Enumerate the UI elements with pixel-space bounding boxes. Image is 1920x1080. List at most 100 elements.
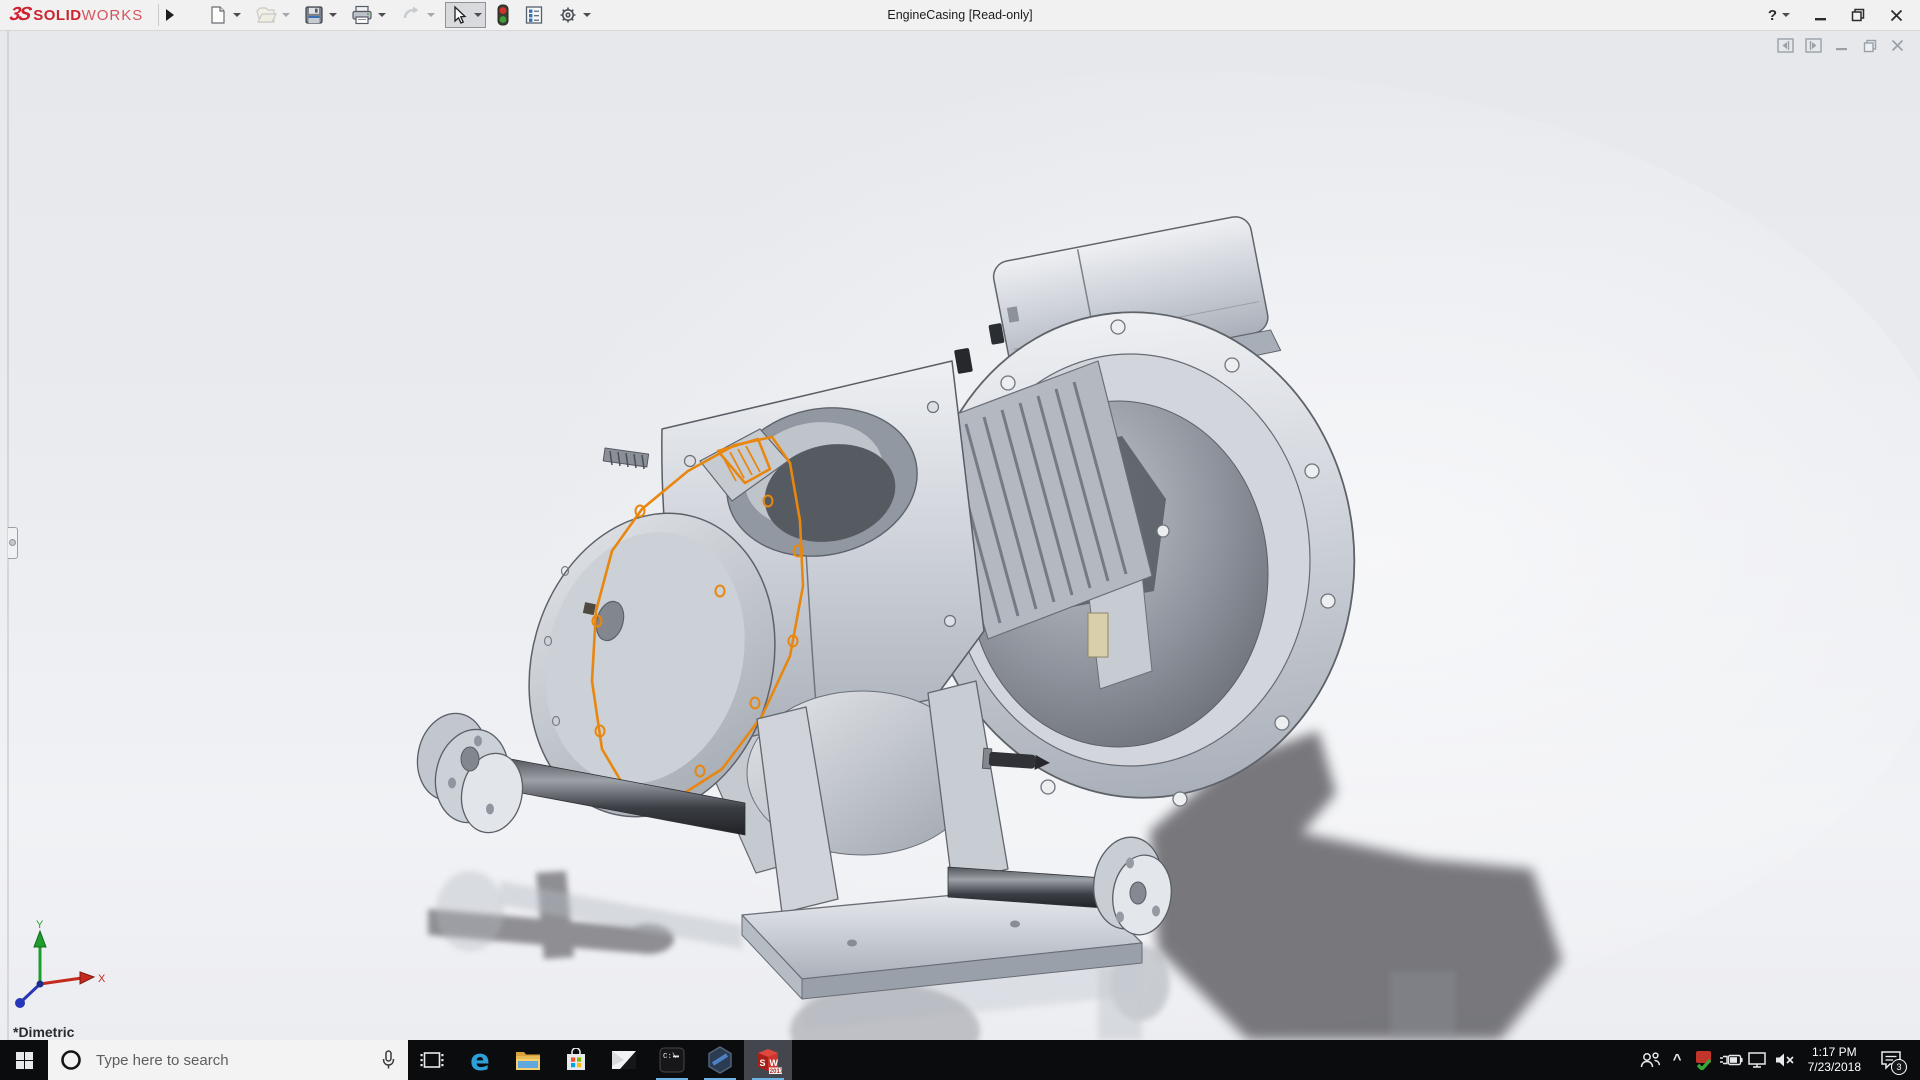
rebuild-button[interactable] <box>492 1 514 29</box>
volume-tray-icon[interactable] <box>1772 1040 1799 1080</box>
options-button[interactable] <box>554 2 595 28</box>
minimize-icon <box>1814 9 1827 22</box>
chevron-up-icon: ^ <box>1673 1055 1682 1065</box>
doc-close-icon <box>1891 39 1904 52</box>
dropdown-caret[interactable] <box>1782 13 1790 17</box>
minimize-button[interactable] <box>1812 7 1828 23</box>
cortana-circle-icon <box>60 1049 82 1071</box>
start-button[interactable] <box>0 1040 48 1080</box>
solidworks-app-icon: S W 2017 <box>754 1046 782 1074</box>
window-controls: ? <box>1768 7 1920 24</box>
undo-arrow-icon <box>400 5 422 25</box>
dropdown-caret[interactable] <box>474 13 482 17</box>
feature-panel-splitter-tab[interactable] <box>8 527 18 559</box>
doc-minimize-button[interactable] <box>1833 37 1850 54</box>
title-bar: 3S SOLID WORKS <box>0 0 1920 31</box>
microphone-icon[interactable] <box>381 1050 396 1070</box>
taskbar-item-store[interactable] <box>552 1040 600 1080</box>
svg-text:W: W <box>770 1058 779 1068</box>
taskbar-clock[interactable]: 1:17 PM 7/23/2018 <box>1799 1045 1870 1075</box>
people-icon <box>1639 1051 1661 1069</box>
ethernet-network-icon <box>1747 1052 1769 1068</box>
taskbar-item-task-view[interactable] <box>408 1040 456 1080</box>
brand-solid-text: SOLID <box>33 7 81 24</box>
help-button[interactable]: ? <box>1768 7 1790 24</box>
people-button[interactable] <box>1637 1040 1664 1080</box>
file-properties-button[interactable] <box>520 2 548 28</box>
system-tray: ^ 1:17 P <box>1637 1040 1920 1080</box>
taskbar-item-hexagon-app[interactable] <box>696 1040 744 1080</box>
taskbar-item-file-explorer[interactable] <box>504 1040 552 1080</box>
doc-restore-icon <box>1863 39 1877 53</box>
taskbar-item-command-prompt[interactable]: C:\ <box>648 1040 696 1080</box>
save-button[interactable] <box>300 2 341 28</box>
quick-access-toolbar <box>204 1 601 29</box>
taskbar-search[interactable] <box>48 1040 408 1080</box>
select-cursor-icon <box>449 5 469 25</box>
dropdown-caret[interactable] <box>378 13 386 17</box>
dropdown-caret[interactable] <box>427 13 435 17</box>
doc-restore-button[interactable] <box>1861 37 1878 54</box>
help-icon: ? <box>1768 7 1777 24</box>
file-properties-icon <box>524 5 544 25</box>
solidworks-monitor-tray-icon[interactable] <box>1691 1040 1718 1080</box>
open-folder-icon <box>255 5 277 25</box>
next-pane-button[interactable] <box>1805 37 1822 54</box>
taskbar-item-edge[interactable]: e <box>456 1040 504 1080</box>
close-button[interactable] <box>1888 7 1904 23</box>
triad-y-label: Y <box>36 919 44 931</box>
task-view-icon <box>420 1048 444 1072</box>
doc-minimize-icon <box>1835 39 1848 52</box>
battery-plug-icon <box>1719 1053 1743 1067</box>
solidworks-logo: 3S SOLID WORKS <box>0 0 151 30</box>
print-icon <box>351 5 373 25</box>
options-gear-icon <box>558 5 578 25</box>
brand-works-text: WORKS <box>82 7 144 24</box>
doc-close-button[interactable] <box>1889 37 1906 54</box>
power-tray-icon[interactable] <box>1718 1040 1745 1080</box>
expand-menu-arrow[interactable] <box>166 9 174 21</box>
rebuild-traffic-light-icon <box>496 4 510 26</box>
windows-logo-icon <box>16 1052 33 1069</box>
previous-pane-icon <box>1777 38 1794 53</box>
solidworks-status-icon <box>1694 1050 1714 1070</box>
dropdown-caret[interactable] <box>233 13 241 17</box>
file-explorer-icon <box>515 1049 541 1071</box>
open-button[interactable] <box>251 2 294 28</box>
graphics-area[interactable]: Y X <box>0 31 1920 1040</box>
print-button[interactable] <box>347 2 390 28</box>
dropdown-caret[interactable] <box>583 13 591 17</box>
network-tray-icon[interactable] <box>1745 1040 1772 1080</box>
select-tool-button[interactable] <box>445 2 486 28</box>
new-document-button[interactable] <box>204 2 245 28</box>
divider <box>158 4 159 26</box>
model-scene: Y X <box>0 31 1920 1040</box>
document-window-controls <box>1777 37 1906 54</box>
view-orientation-label: *Dimetric <box>13 1024 74 1040</box>
search-input[interactable] <box>94 1051 369 1070</box>
close-icon <box>1890 9 1903 22</box>
taskbar-item-mail[interactable] <box>600 1040 648 1080</box>
restore-button[interactable] <box>1850 7 1866 23</box>
dropdown-caret[interactable] <box>329 13 337 17</box>
triad-x-label: X <box>98 973 106 985</box>
dropdown-caret[interactable] <box>282 13 290 17</box>
splitter-dot <box>9 539 16 546</box>
volume-muted-icon <box>1774 1052 1796 1068</box>
edge-icon: e <box>470 1048 490 1072</box>
svg-text:2017: 2017 <box>770 1069 782 1074</box>
hexagon-app-icon <box>707 1046 733 1074</box>
previous-pane-button[interactable] <box>1777 37 1794 54</box>
mail-icon <box>611 1050 637 1070</box>
windows-taskbar: e C:\ <box>0 1040 1920 1080</box>
undo-button[interactable] <box>396 2 439 28</box>
svg-text:S: S <box>760 1058 766 1068</box>
tray-overflow-button[interactable]: ^ <box>1664 1040 1691 1080</box>
action-center-button[interactable]: 3 <box>1870 1040 1912 1080</box>
clock-time: 1:17 PM <box>1808 1045 1861 1060</box>
new-document-icon <box>208 5 228 25</box>
taskbar-item-solidworks[interactable]: S W 2017 <box>744 1040 792 1080</box>
command-prompt-icon: C:\ <box>659 1047 685 1073</box>
store-icon <box>564 1048 588 1072</box>
window-title: EngineCasing [Read-only] <box>887 8 1032 22</box>
